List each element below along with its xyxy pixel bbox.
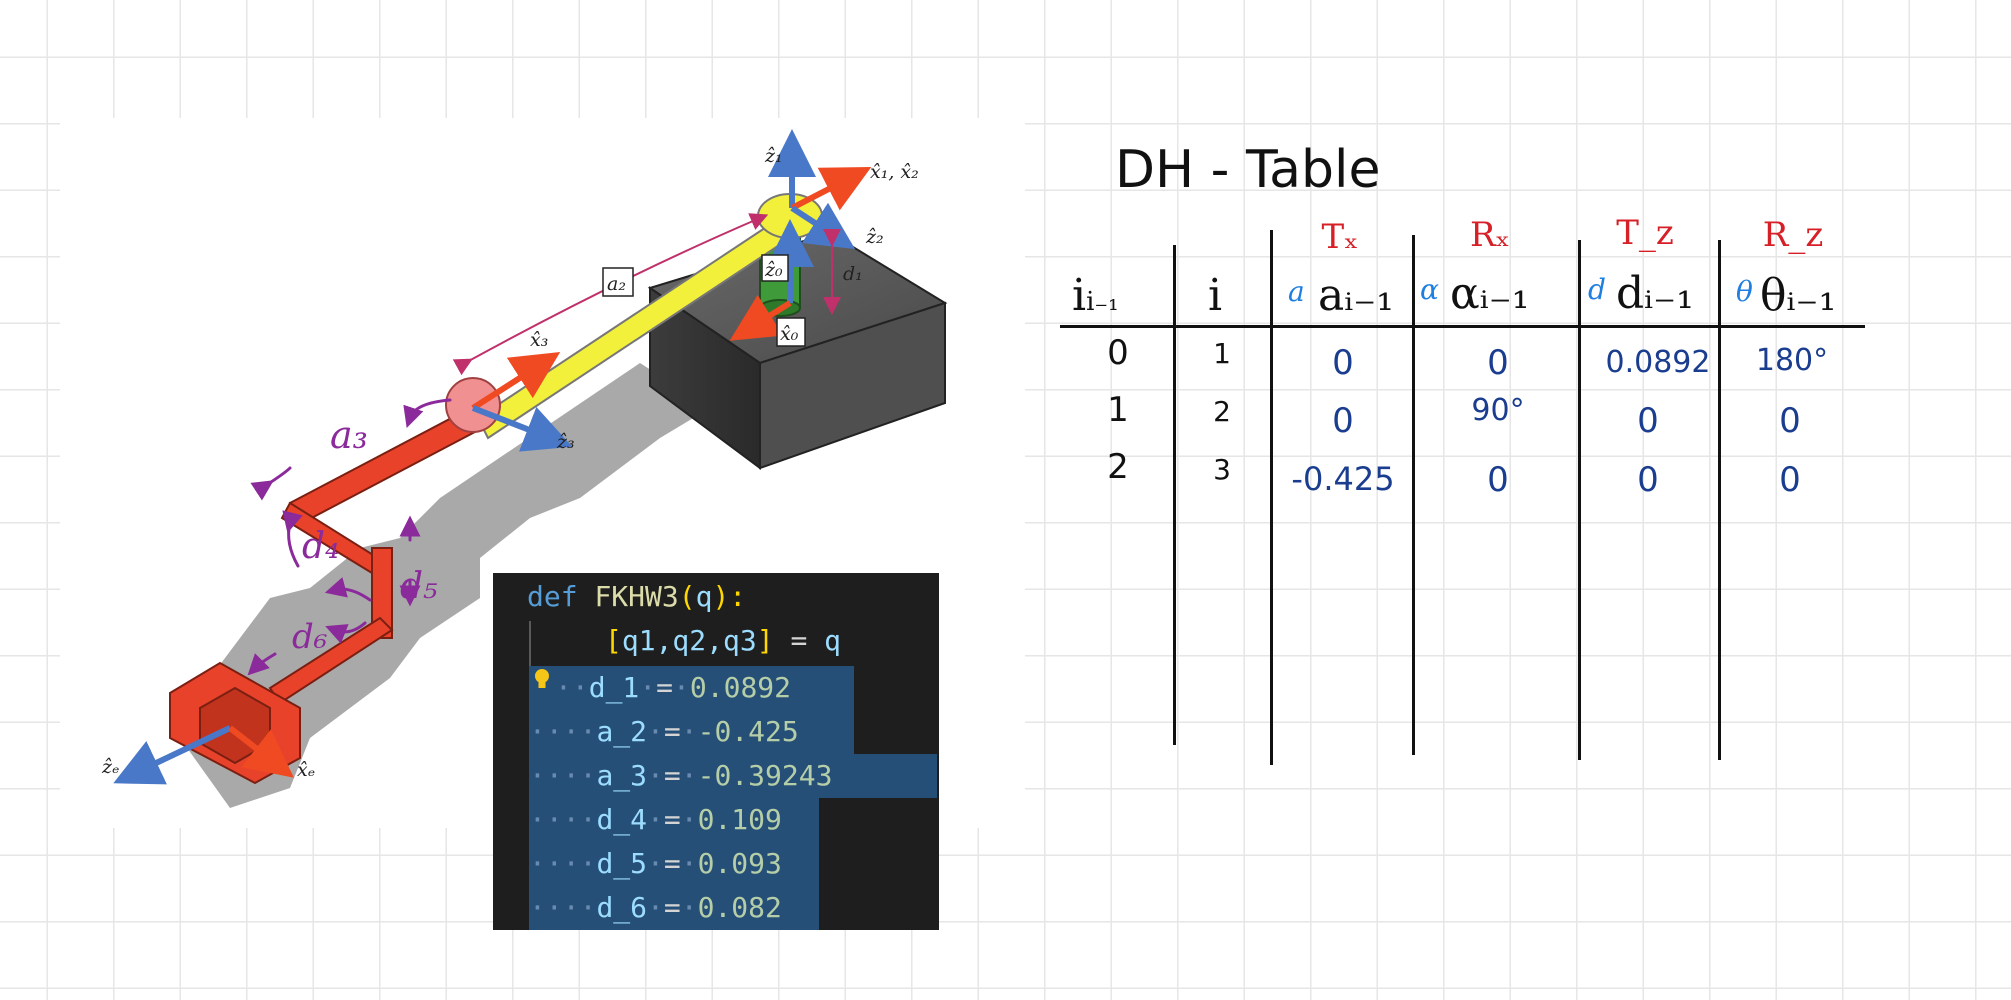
header-sym-a: a — [1288, 275, 1305, 308]
cell-i-minus-1: 2 — [1107, 447, 1129, 487]
header-var-theta: θᵢ₋₁ — [1760, 270, 1837, 321]
handwritten-d5: d₅ — [400, 566, 437, 607]
code-line-param-5: ····d_5·=·0.093 — [529, 847, 782, 880]
label-xe: x̂ₑ — [297, 759, 315, 781]
dh-col-divider-1 — [1173, 245, 1176, 745]
dh-col-divider-4 — [1578, 240, 1581, 760]
cell-d: 0.0892 — [1605, 345, 1711, 380]
cell-i-minus-1: 0 — [1107, 333, 1129, 373]
code-line-param-4: ····d_4·=·0.109 — [529, 803, 782, 836]
dh-table-header-rule — [1060, 325, 1865, 328]
cell-d: 0 — [1637, 401, 1659, 441]
label-x0: x̂₀ — [780, 323, 799, 345]
header-var-d: dᵢ₋₁ — [1616, 268, 1694, 319]
lightbulb-icon[interactable] — [532, 668, 552, 690]
cell-i: 1 — [1213, 337, 1231, 370]
code-line-param-2: ····a_2·=·-0.425 — [529, 715, 799, 748]
label-z3: ẑ₃ — [556, 431, 575, 453]
handwritten-a3: a₃ — [330, 413, 368, 457]
cell-theta: 0 — [1779, 401, 1801, 441]
cell-i: 2 — [1213, 395, 1231, 428]
label-z2: ẑ₂ — [865, 226, 884, 248]
header-op-rz: R_z — [1762, 215, 1824, 255]
cell-a: 0 — [1332, 343, 1354, 383]
header-op-tz: T_z — [1616, 213, 1674, 253]
cell-d: 0 — [1637, 460, 1659, 500]
header-sym-d: d — [1588, 273, 1606, 306]
code-line-param-3: ····a_3·=·-0.39243 — [529, 759, 833, 792]
code-editor-snippet: def FKHW3(q): [q1,q2,q3] = q ··d_1·=·0.0… — [493, 573, 939, 930]
handwritten-d4: d₄ — [302, 526, 339, 567]
label-a2: a₂ — [607, 273, 626, 295]
label-x1-x2: x̂₁, x̂₂ — [870, 161, 919, 183]
cell-alpha: 0 — [1487, 343, 1509, 383]
code-line-param-6: ····d_6·=·0.082 — [529, 891, 782, 924]
header-op-tx: Tₓ — [1321, 217, 1359, 257]
cell-theta: 0 — [1779, 460, 1801, 500]
header-var-a: aᵢ₋₁ — [1318, 270, 1394, 321]
header-var-alpha: αᵢ₋₁ — [1450, 268, 1530, 319]
header-i: i — [1208, 270, 1223, 321]
cell-alpha: 90° — [1471, 393, 1525, 428]
cell-theta: 180° — [1755, 343, 1829, 378]
label-z1: ẑ₁ — [764, 145, 783, 167]
label-z0: ẑ₀ — [764, 259, 783, 281]
header-op-rx: Rₓ — [1469, 215, 1510, 255]
cell-i-minus-1: 1 — [1107, 390, 1129, 430]
header-sym-alpha: α — [1420, 273, 1439, 306]
dh-col-divider-5 — [1718, 240, 1721, 760]
cell-i: 3 — [1213, 453, 1231, 486]
dh-table-title: DH - Table — [1115, 140, 1381, 200]
code-line-def: def FKHW3(q): — [527, 580, 747, 613]
cell-a: 0 — [1332, 401, 1354, 441]
label-d1: d₁ — [843, 263, 863, 285]
handwritten-d6: d₆ — [292, 617, 327, 657]
dh-table: ii₋₁ i Tₓ a aᵢ₋₁ Rₓ α αᵢ₋₁ T_z d dᵢ₋₁ R_… — [1060, 213, 1870, 765]
code-line-param-1: ··d_1·=·0.0892 — [555, 671, 792, 704]
cell-alpha: 0 — [1487, 460, 1509, 500]
label-x3: x̂₃ — [530, 329, 548, 351]
code-line-unpack: [q1,q2,q3] = q — [605, 624, 842, 657]
header-i-minus-1: ii₋₁ — [1072, 270, 1119, 321]
cell-a: -0.425 — [1291, 460, 1395, 498]
label-ze: ẑₑ — [101, 756, 119, 778]
header-sym-theta: θ — [1736, 275, 1753, 308]
